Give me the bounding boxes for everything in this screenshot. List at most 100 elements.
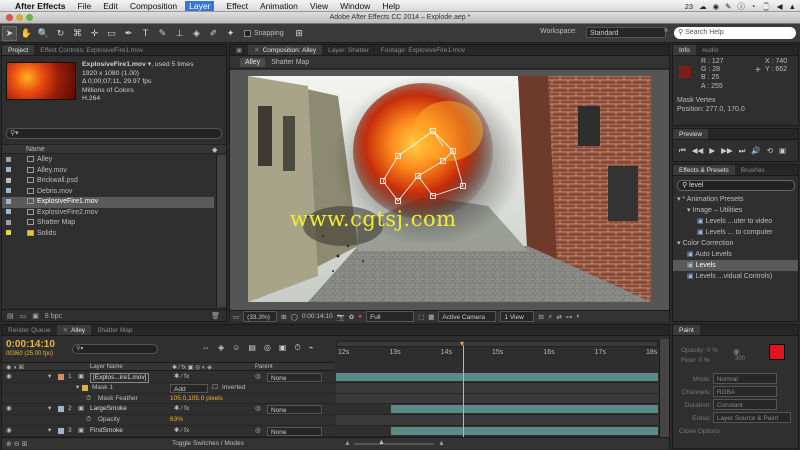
- stopwatch-icon[interactable]: ⏱: [86, 415, 91, 426]
- timeline-jump-icon[interactable]: ⇄: [556, 313, 561, 321]
- work-area-bar[interactable]: [336, 341, 658, 347]
- motion-blur-icon[interactable]: ◎: [264, 343, 271, 353]
- footage-name[interactable]: ExplosiveFire1.mov ▾: [82, 61, 151, 68]
- parent-pick-whip-icon[interactable]: ◎: [255, 404, 261, 415]
- close-window-icon[interactable]: [6, 14, 13, 21]
- zoom-in-icon[interactable]: ▲: [438, 440, 445, 447]
- new-comp-icon[interactable]: ▣: [32, 312, 39, 320]
- grid-icon[interactable]: ⊞: [281, 313, 286, 321]
- erase-select[interactable]: Layer Source & Paint: [712, 412, 791, 423]
- auto-keyframe-icon[interactable]: ⏱: [294, 343, 300, 353]
- effects-tree-item[interactable]: ▣ Levels ...vidual Controls): [673, 271, 798, 282]
- visibility-eye-icon[interactable]: ◉: [6, 372, 12, 383]
- layer-bar[interactable]: [391, 405, 658, 414]
- effects-search-input[interactable]: ⚲ level: [677, 180, 795, 191]
- paint-flow[interactable]: Flow: 0 %: [681, 356, 718, 366]
- frame-blending-icon[interactable]: ▤: [248, 343, 256, 353]
- property-value[interactable]: 105.0,105.0 pixels: [170, 394, 223, 405]
- rotate-tool-icon[interactable]: ↻: [53, 26, 68, 41]
- rectangle-tool-icon[interactable]: ▭: [104, 26, 119, 41]
- brush-tool-icon[interactable]: ✎: [155, 26, 170, 41]
- project-search-input[interactable]: ⚲▾: [6, 128, 222, 139]
- tab-composition-alley[interactable]: ✕ Composition: Alley: [248, 45, 323, 55]
- paint-opacity[interactable]: Opacity: 0 %: [681, 346, 718, 356]
- expand-triangle-icon[interactable]: ▾: [48, 404, 51, 415]
- tab-timeline-alley[interactable]: ✕ Alley: [56, 325, 92, 335]
- effects-tree-item[interactable]: ▣ Levels ... to computer: [673, 227, 798, 238]
- layer-duration-bar[interactable]: [336, 372, 658, 383]
- parent-select[interactable]: None: [267, 373, 322, 382]
- property-track[interactable]: [336, 393, 658, 405]
- mode-select[interactable]: Normal: [712, 373, 777, 384]
- label-color-icon[interactable]: [6, 209, 11, 215]
- label-color-icon[interactable]: [6, 167, 11, 173]
- timeline-tracks[interactable]: [336, 372, 658, 437]
- clone-options[interactable]: Clone Options: [677, 425, 797, 438]
- tab-project[interactable]: Project: [2, 45, 35, 55]
- tab-audio[interactable]: Audio: [696, 45, 725, 55]
- workspace-select[interactable]: Standard: [586, 27, 666, 38]
- expand-triangle-icon[interactable]: ▾: [48, 426, 51, 437]
- channel-icon[interactable]: ✿: [349, 313, 354, 321]
- new-folder-icon[interactable]: ▭: [20, 312, 27, 320]
- label-color-icon[interactable]: [6, 156, 11, 162]
- selection-tool-icon[interactable]: ➤: [2, 25, 17, 41]
- minimize-window-icon[interactable]: [16, 14, 23, 21]
- zoom-window-icon[interactable]: [26, 14, 33, 21]
- project-item[interactable]: Solids: [2, 229, 214, 240]
- layer-duration-bar[interactable]: [336, 426, 658, 437]
- zoom-tool-icon[interactable]: 🔍: [36, 26, 51, 41]
- tab-effect-controls[interactable]: Effect Controls: ExplosiveFire1.mov: [34, 45, 149, 55]
- label-color-icon[interactable]: [6, 177, 11, 183]
- duration-select[interactable]: Constant: [712, 399, 777, 410]
- timeline-layer-row[interactable]: ◉ ▾ 1 ▣ [Explos...ire1.mov] ✱ ⁄ fx ◎ None: [2, 372, 334, 383]
- flowchart-icon[interactable]: ⊶: [566, 313, 573, 321]
- hand-tool-icon[interactable]: ✋: [19, 26, 34, 41]
- type-tool-icon[interactable]: T: [138, 26, 153, 41]
- toggle-pixel-icon[interactable]: ⊟: [538, 313, 543, 321]
- timeline-layer-row[interactable]: ◉ ▾ 3 ▣ FirstSmoke ✱ ⁄ fx ◎ None: [2, 426, 334, 437]
- tray-eye-icon[interactable]: ◉: [713, 2, 720, 11]
- ram-preview-icon[interactable]: ▣: [779, 146, 786, 156]
- snapping-checkbox[interactable]: [244, 29, 251, 37]
- project-item[interactable]: ExplosiveFire2.mov: [2, 208, 214, 219]
- menu-animation[interactable]: Animation: [260, 1, 298, 11]
- footer-toggle-icons[interactable]: ⊕ ⊖ ⊞: [6, 440, 28, 448]
- layer-bar[interactable]: [391, 426, 658, 435]
- pan-behind-tool-icon[interactable]: ✛: [87, 26, 102, 41]
- mask-visibility-icon[interactable]: ◯: [291, 313, 298, 321]
- current-time-indicator[interactable]: [463, 345, 464, 437]
- timeline-property-row[interactable]: ⏱ Opacity 63%: [2, 415, 334, 426]
- expand-triangle-icon[interactable]: ▾: [76, 383, 79, 394]
- graph-editor-icon[interactable]: ⌁: [309, 343, 314, 353]
- brainstorm-icon[interactable]: ▣: [279, 343, 287, 353]
- parent-select[interactable]: None: [267, 405, 322, 415]
- draft-3d-icon[interactable]: ◈: [218, 343, 224, 353]
- play-icon[interactable]: ▶: [709, 146, 715, 156]
- previous-frame-icon[interactable]: ◀◀: [692, 146, 704, 156]
- roto-tool-icon[interactable]: ✐: [206, 26, 221, 41]
- project-scrollbar[interactable]: [216, 155, 226, 307]
- zoom-out-icon[interactable]: ▲: [344, 440, 351, 447]
- project-item[interactable]: ExplosiveFire1.mov: [2, 197, 214, 208]
- layer-name[interactable]: [Explos...ire1.mov]: [90, 373, 150, 383]
- camera-tool-icon[interactable]: ⌘: [70, 26, 85, 41]
- mask-color-icon[interactable]: [82, 384, 88, 391]
- tray-adobe-icon[interactable]: 23: [685, 2, 693, 11]
- timeline-search-input[interactable]: ⚲▾: [72, 344, 158, 354]
- layer-switches-icon[interactable]: ✱ ⁄ fx: [174, 426, 189, 437]
- search-help-input[interactable]: ⚲ Search Help: [674, 27, 796, 39]
- color-channel-icon[interactable]: ●: [358, 313, 362, 320]
- first-frame-icon[interactable]: ⏮: [679, 146, 686, 156]
- timeline-property-row[interactable]: ⏱ Mask Feather 105.0,105.0 pixels: [2, 394, 334, 405]
- tray-clock-icon[interactable]: ⌚: [761, 2, 770, 11]
- resolution-select[interactable]: Full: [366, 311, 415, 322]
- always-preview-icon[interactable]: ▭: [233, 313, 239, 321]
- exposure-icon[interactable]: ◐: [576, 313, 580, 320]
- eraser-tool-icon[interactable]: ◈: [189, 26, 204, 41]
- menu-help[interactable]: Help: [382, 1, 399, 11]
- tab-footage[interactable]: Footage: ExplosiveFire1.mov: [375, 45, 471, 55]
- visibility-eye-icon[interactable]: ◉: [6, 426, 12, 437]
- inverted-checkbox[interactable]: ☐: [212, 383, 218, 394]
- composition-image[interactable]: www.cgtsj.com: [248, 76, 651, 302]
